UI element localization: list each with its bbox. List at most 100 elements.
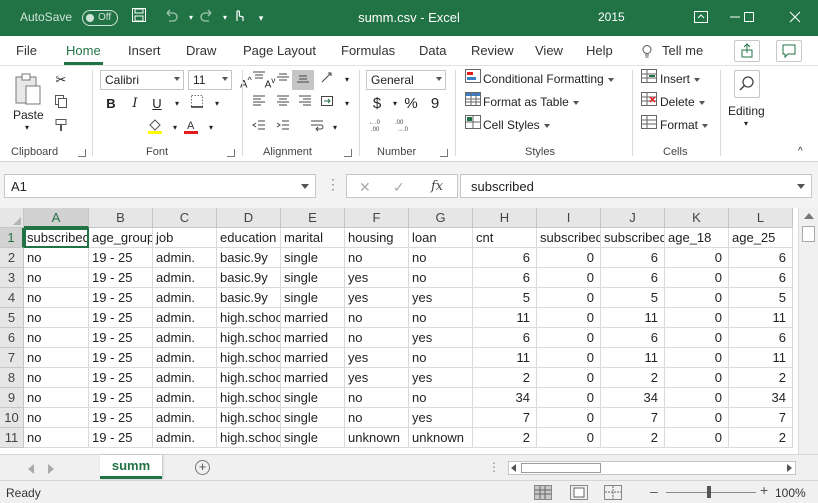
tab-page-layout[interactable]: Page Layout xyxy=(243,43,316,58)
select-all-button[interactable] xyxy=(0,208,24,228)
scroll-up-icon[interactable] xyxy=(804,213,814,219)
table-cell[interactable]: 0 xyxy=(665,368,729,388)
table-cell[interactable]: high.school xyxy=(217,308,281,328)
align-bottom-icon[interactable] xyxy=(292,70,314,90)
tell-me-search[interactable]: Tell me xyxy=(662,43,703,58)
scroll-left-icon[interactable] xyxy=(511,464,516,472)
scroll-thumb[interactable] xyxy=(802,226,815,242)
zoom-in-button[interactable]: + xyxy=(760,482,768,498)
table-cell[interactable]: admin. xyxy=(153,268,217,288)
orientation-dropdown-icon[interactable]: ▾ xyxy=(336,70,358,90)
table-cell[interactable]: unknown xyxy=(409,428,473,448)
table-cell[interactable]: 7 xyxy=(601,408,665,428)
font-size-select[interactable]: 11 xyxy=(188,70,232,90)
number-format-select[interactable]: General xyxy=(366,70,446,90)
header-cell[interactable]: housing xyxy=(345,228,409,248)
header-cell[interactable]: marital xyxy=(281,228,345,248)
table-cell[interactable]: 11 xyxy=(729,348,793,368)
orientation-icon[interactable] xyxy=(316,70,338,90)
comments-button[interactable] xyxy=(776,40,802,62)
percent-button[interactable]: % xyxy=(400,94,422,114)
table-cell[interactable]: no xyxy=(409,308,473,328)
align-right-icon[interactable] xyxy=(294,94,316,114)
share-button[interactable] xyxy=(734,40,760,62)
merge-center-icon[interactable] xyxy=(316,94,338,114)
next-sheet-icon[interactable] xyxy=(48,464,54,474)
table-cell[interactable]: yes xyxy=(409,368,473,388)
table-cell[interactable]: single xyxy=(281,388,345,408)
horizontal-scroll-thumb[interactable] xyxy=(521,463,601,473)
cell-styles-icon[interactable] xyxy=(462,115,484,135)
table-cell[interactable]: admin. xyxy=(153,248,217,268)
table-cell[interactable]: 5 xyxy=(601,288,665,308)
row-header[interactable]: 5 xyxy=(0,308,24,328)
table-cell[interactable]: yes xyxy=(409,408,473,428)
insert-cells-icon[interactable] xyxy=(638,69,660,89)
table-cell[interactable]: no xyxy=(345,308,409,328)
header-cell[interactable]: age_group xyxy=(89,228,153,248)
table-cell[interactable]: admin. xyxy=(153,428,217,448)
copy-icon[interactable] xyxy=(50,94,72,114)
table-cell[interactable]: high.school xyxy=(217,428,281,448)
font-color-icon[interactable]: A xyxy=(180,118,202,138)
table-cell[interactable]: 0 xyxy=(537,388,601,408)
table-cell[interactable]: single xyxy=(281,288,345,308)
table-cell[interactable]: no xyxy=(345,328,409,348)
font-color-dropdown-icon[interactable]: ▾ xyxy=(200,118,222,138)
row-header[interactable]: 2 xyxy=(0,248,24,268)
decrease-decimal-icon[interactable]: .00 →.0 xyxy=(394,118,416,138)
table-cell[interactable]: 11 xyxy=(473,348,537,368)
table-cell[interactable]: high.school xyxy=(217,408,281,428)
column-header-g[interactable]: G xyxy=(409,208,473,228)
table-cell[interactable]: admin. xyxy=(153,308,217,328)
table-cell[interactable]: no xyxy=(24,328,89,348)
table-cell[interactable]: no xyxy=(24,288,89,308)
table-cell[interactable]: high.school xyxy=(217,328,281,348)
table-cell[interactable]: 2 xyxy=(601,368,665,388)
table-cell[interactable]: 0 xyxy=(537,308,601,328)
table-cell[interactable]: no xyxy=(409,348,473,368)
table-cell[interactable]: 0 xyxy=(537,328,601,348)
table-cell[interactable]: 19 - 25 xyxy=(89,428,153,448)
table-cell[interactable]: 7 xyxy=(473,408,537,428)
table-cell[interactable]: yes xyxy=(345,268,409,288)
add-sheet-icon[interactable]: + xyxy=(195,460,210,475)
table-cell[interactable]: yes xyxy=(345,368,409,388)
collapse-ribbon-icon[interactable]: ^ xyxy=(798,146,803,157)
borders-icon[interactable] xyxy=(186,94,208,114)
name-box[interactable]: A1 xyxy=(4,174,316,198)
font-name-select[interactable]: Calibri xyxy=(100,70,184,90)
formula-bar-grip-icon[interactable]: ⋮ xyxy=(326,176,340,193)
editing-dropdown-icon[interactable]: ▾ xyxy=(744,119,748,128)
table-cell[interactable]: 0 xyxy=(537,268,601,288)
undo-icon[interactable] xyxy=(160,7,182,29)
table-cell[interactable]: 0 xyxy=(665,308,729,328)
table-cell[interactable]: no xyxy=(345,388,409,408)
row-header[interactable]: 10 xyxy=(0,408,24,428)
table-cell[interactable]: 6 xyxy=(729,248,793,268)
row-header[interactable]: 3 xyxy=(0,268,24,288)
table-cell[interactable]: 0 xyxy=(665,268,729,288)
tab-view[interactable]: View xyxy=(535,43,563,58)
clipboard-launcher-icon[interactable] xyxy=(78,149,86,157)
underline-dropdown-icon[interactable]: ▾ xyxy=(166,94,188,114)
tab-help[interactable]: Help xyxy=(586,43,613,58)
table-cell[interactable]: 6 xyxy=(601,268,665,288)
paste-dropdown-icon[interactable]: ▾ xyxy=(25,123,29,132)
tab-split-grip-icon[interactable]: ⋮ xyxy=(488,460,500,474)
font-launcher-icon[interactable] xyxy=(227,149,235,157)
table-cell[interactable]: basic.9y xyxy=(217,288,281,308)
scroll-right-icon[interactable] xyxy=(787,464,792,472)
table-cell[interactable]: 0 xyxy=(665,348,729,368)
tab-file[interactable]: File xyxy=(16,43,37,58)
align-middle-icon[interactable] xyxy=(272,70,294,90)
comma-button[interactable]: 9 xyxy=(424,94,446,114)
increase-decimal-icon[interactable]: ←.0.00 xyxy=(368,118,390,138)
column-header-l[interactable]: L xyxy=(729,208,793,228)
header-cell[interactable]: age_18 xyxy=(665,228,729,248)
conditional-formatting-icon[interactable] xyxy=(462,69,484,89)
table-cell[interactable]: no xyxy=(409,268,473,288)
table-cell[interactable]: 6 xyxy=(473,328,537,348)
table-cell[interactable]: basic.9y xyxy=(217,248,281,268)
number-launcher-icon[interactable] xyxy=(440,149,448,157)
